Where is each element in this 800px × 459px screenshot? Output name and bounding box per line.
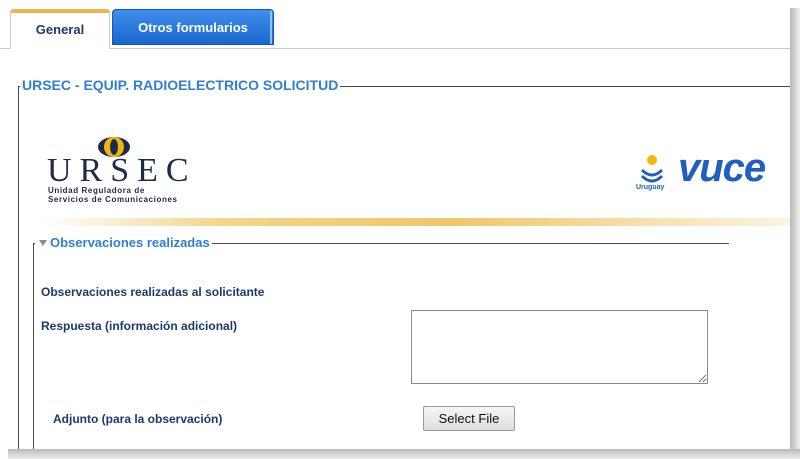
form-panel: General Otros formularios URSEC - EQUIP.… — [0, 0, 790, 449]
adjunto-label: Adjunto (para la observación) — [53, 412, 223, 426]
vuce-logo: Uruguay vuce — [632, 146, 790, 198]
select-file-button[interactable]: Select File — [423, 406, 515, 431]
tab-bar: General Otros formularios — [0, 0, 790, 49]
vuce-country-label: Uruguay — [636, 184, 665, 191]
ursec-subtitle-line1: Unidad Reguladora de — [48, 186, 145, 195]
vuce-wordmark: vuce — [678, 146, 766, 190]
triangle-down-icon — [39, 240, 47, 247]
window-shadow-right — [790, 8, 800, 459]
header-divider — [40, 218, 790, 226]
form-title: URSEC - EQUIP. RADIOELECTRICO SOLICITUD — [20, 77, 341, 93]
section-toggle[interactable]: Observaciones realizadas — [35, 235, 212, 250]
window-shadow-bottom — [8, 449, 800, 459]
section-border-left — [33, 243, 34, 449]
sun-emblem-icon — [640, 155, 664, 183]
section-legend: Observaciones realizadas — [50, 235, 210, 250]
form-fieldset-border-left — [18, 86, 19, 449]
form-title-text: URSEC - EQUIP. RADIOELECTRICO SOLICITUD — [22, 77, 339, 93]
tab-otros-formularios[interactable]: Otros formularios — [112, 9, 274, 45]
ursec-wordmark: URSEC — [47, 152, 197, 189]
respuesta-textarea[interactable] — [411, 310, 708, 384]
ursec-subtitle: Unidad Reguladora de Servicios de Comuni… — [48, 186, 178, 204]
respuesta-label: Respuesta (información adicional) — [41, 319, 238, 333]
ursec-logo: URSEC Unidad Reguladora de Servicios de … — [47, 136, 207, 206]
tab-general[interactable]: General — [10, 9, 110, 49]
ursec-subtitle-line2: Servicios de Comunicaciones — [48, 195, 178, 204]
observaciones-label: Observaciones realizadas al solicitante — [41, 285, 265, 299]
